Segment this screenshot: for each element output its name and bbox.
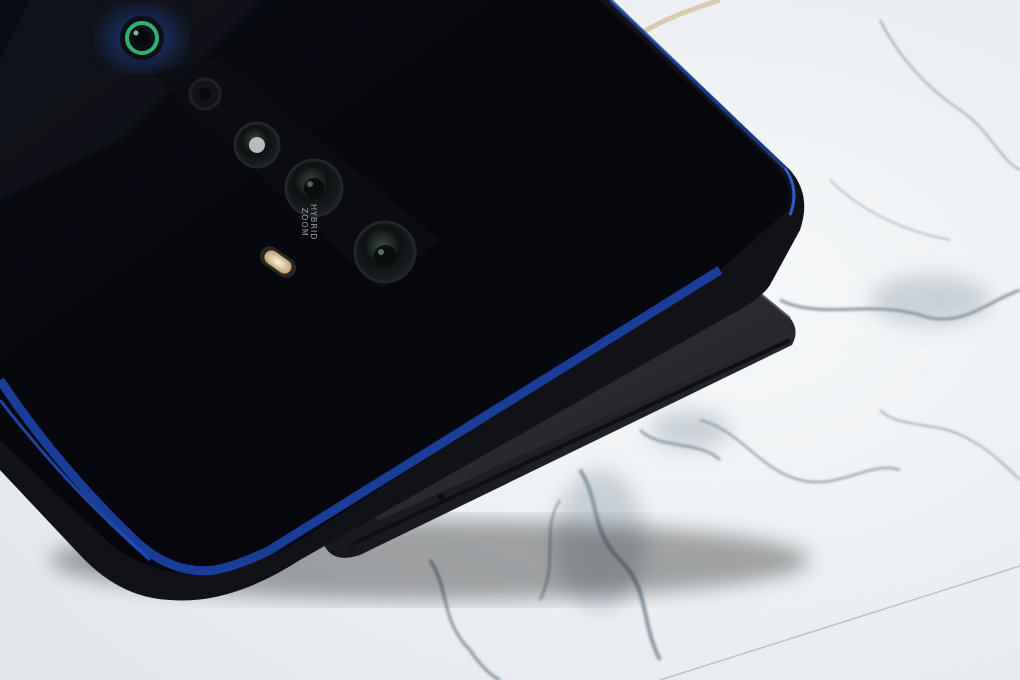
popup-microphone-hole xyxy=(438,494,444,500)
phone-photo xyxy=(0,0,1020,680)
engraving-line-1: HYBRID xyxy=(309,204,318,241)
engraving-line-2: ZOOM xyxy=(300,207,309,237)
hybrid-zoom-engraving: HYBRID ZOOM xyxy=(300,204,318,240)
product-photo-scene: HYBRID ZOOM xyxy=(0,0,1020,680)
